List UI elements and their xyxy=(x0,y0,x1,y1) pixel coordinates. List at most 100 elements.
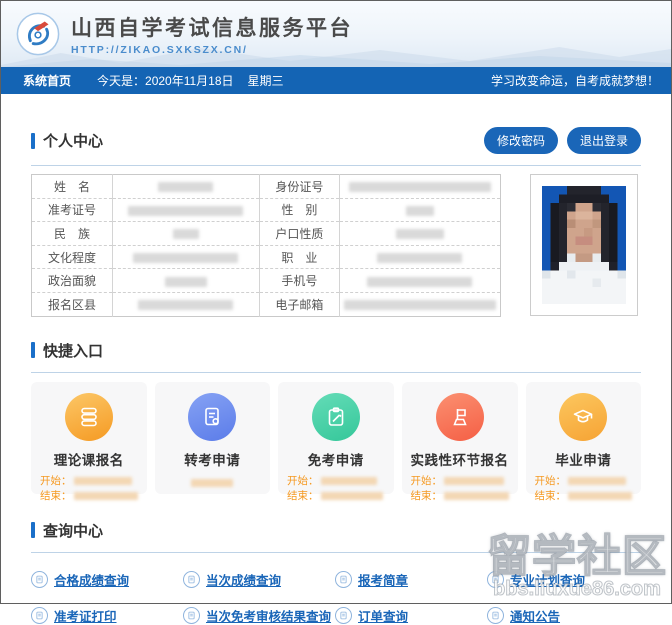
end-label: 结束： xyxy=(410,489,443,502)
link-qualified-score-query[interactable]: 合格成绩查询 xyxy=(31,570,183,589)
link-major-plan-query[interactable]: 专业计划查询 xyxy=(487,570,641,589)
clipboard-pen-icon xyxy=(311,392,360,441)
section-accent-bar xyxy=(31,132,35,149)
nav-home-link[interactable]: 系统首页 xyxy=(23,72,71,89)
link-order-query[interactable]: 订单查询 xyxy=(335,606,487,625)
link-label: 当次成绩查询 xyxy=(206,573,282,588)
link-admission-ticket-print[interactable]: 准考证打印 xyxy=(31,606,183,625)
redacted-value xyxy=(338,221,501,246)
top-navbar: 系统首页 今天是：2020年11月18日 星期三 学习改变命运，自考成就梦想！ xyxy=(1,67,671,94)
document-badge-icon xyxy=(183,606,200,624)
field-label: 身份证号 xyxy=(258,174,340,199)
redacted-value xyxy=(338,174,501,199)
start-label: 开始： xyxy=(410,474,443,487)
link-label: 当次免考审核结果查询 xyxy=(206,609,332,624)
field-label: 户口性质 xyxy=(258,221,340,246)
document-badge-icon xyxy=(335,570,352,588)
link-registration-brochure[interactable]: 报考简章 xyxy=(335,570,487,589)
table-row: 民 族 户口性质 xyxy=(31,221,501,246)
personal-info-area: 姓 名 身份证号 准考证号 性 别 民 族 户口性质 文化程度 职 业 政治面貌… xyxy=(31,174,641,317)
link-current-score-query[interactable]: 当次成绩查询 xyxy=(183,570,335,589)
transfer-document-icon xyxy=(188,392,237,441)
site-header: 山西自学考试信息服务平台 HTTP://ZIKAO.SXKSZX.CN/ xyxy=(1,1,671,67)
nav-today-date: 今天是：2020年11月18日 xyxy=(97,74,234,88)
change-password-button[interactable]: 修改密码 xyxy=(483,127,558,154)
quick-entry-cards: 理论课报名 开始： 结束： 转考申请 免考申请 开始： 结束： 实践性环节报名 … xyxy=(31,381,641,502)
end-label: 结束： xyxy=(534,489,567,502)
query-center-title: 查询中心 xyxy=(43,522,104,540)
field-label: 文化程度 xyxy=(31,244,113,269)
quick-card-theory-registration[interactable]: 理论课报名 开始： 结束： xyxy=(31,381,147,502)
field-label: 民 族 xyxy=(31,221,113,246)
id-photo-pixelated xyxy=(542,186,626,304)
main-content: 个人中心 修改密码 退出登录 姓 名 身份证号 准考证号 性 别 民 族 户口性… xyxy=(1,127,671,625)
card-title: 毕业申请 xyxy=(555,452,612,468)
field-label: 性 别 xyxy=(258,197,340,222)
card-dates: 开始： 结束： xyxy=(526,474,642,504)
brand-block: 山西自学考试信息服务平台 HTTP://ZIKAO.SXKSZX.CN/ xyxy=(71,12,353,56)
field-label: 手机号 xyxy=(258,268,340,293)
field-label: 电子邮箱 xyxy=(258,291,340,317)
quick-card-practical-registration[interactable]: 实践性环节报名 开始： 结束： xyxy=(401,381,518,502)
table-row: 文化程度 职 业 xyxy=(31,244,501,269)
link-label: 报考简章 xyxy=(358,573,409,588)
redacted-value xyxy=(112,221,260,246)
section-divider xyxy=(31,165,641,166)
table-row: 准考证号 性 别 xyxy=(31,197,501,222)
start-label: 开始： xyxy=(534,474,567,487)
document-badge-icon xyxy=(31,606,48,624)
link-label: 合格成绩查询 xyxy=(54,573,130,588)
redacted-value xyxy=(338,268,501,293)
redacted-value xyxy=(338,291,501,317)
quick-card-exemption-application[interactable]: 免考申请 开始： 结束： xyxy=(278,381,394,502)
link-label: 订单查询 xyxy=(358,609,409,624)
query-links-row-1: 合格成绩查询 当次成绩查询 报考简章 专业计划查询 xyxy=(31,570,641,589)
section-divider xyxy=(31,551,641,553)
link-label: 专业计划查询 xyxy=(510,573,586,588)
quick-card-graduation-application[interactable]: 毕业申请 开始： 结束： xyxy=(525,381,641,502)
card-title: 实践性环节报名 xyxy=(410,452,509,468)
card-title: 转考申请 xyxy=(184,452,241,468)
personal-info-table: 姓 名 身份证号 准考证号 性 别 民 族 户口性质 文化程度 职 业 政治面貌… xyxy=(31,174,501,317)
section-accent-bar xyxy=(31,342,35,359)
redacted-value xyxy=(338,244,501,269)
personal-center-header: 个人中心 修改密码 退出登录 xyxy=(31,127,641,154)
link-label: 通知公告 xyxy=(510,609,561,624)
books-icon xyxy=(64,392,113,441)
card-title: 免考申请 xyxy=(307,452,364,468)
graduation-cap-icon xyxy=(559,392,608,441)
start-label: 开始： xyxy=(40,474,72,487)
link-exemption-review-result-query[interactable]: 当次免考审核结果查询 xyxy=(183,606,335,625)
document-badge-icon xyxy=(487,570,504,588)
field-label: 报名区县 xyxy=(31,291,113,317)
section-accent-bar xyxy=(31,522,35,539)
redacted-value xyxy=(112,291,260,317)
link-label: 准考证打印 xyxy=(54,609,117,624)
document-badge-icon xyxy=(183,570,200,588)
quick-card-transfer-application[interactable]: 转考申请 xyxy=(154,381,271,494)
document-badge-icon xyxy=(335,606,352,624)
table-row: 报名区县 电子邮箱 xyxy=(31,291,501,317)
logout-button[interactable]: 退出登录 xyxy=(566,127,641,154)
redacted-value xyxy=(112,197,260,222)
redacted-value xyxy=(112,174,260,199)
section-divider xyxy=(31,371,641,373)
card-dates xyxy=(155,478,271,487)
start-label: 开始： xyxy=(287,474,319,487)
site-title: 山西自学考试信息服务平台 xyxy=(71,17,353,40)
field-label: 职 业 xyxy=(258,244,340,269)
nav-slogan: 学习改变命运，自考成就梦想！ xyxy=(490,74,659,88)
end-label: 结束： xyxy=(40,489,72,502)
table-row: 姓 名 身份证号 xyxy=(32,174,501,199)
nav-weekday: 星期三 xyxy=(247,74,284,88)
field-label: 姓 名 xyxy=(54,179,91,194)
link-notice-announcement[interactable]: 通知公告 xyxy=(487,606,641,625)
site-url: HTTP://ZIKAO.SXKSZX.CN/ xyxy=(71,44,248,56)
quick-entry-title: 快捷入口 xyxy=(43,342,104,360)
card-title: 理论课报名 xyxy=(53,452,124,468)
end-label: 结束： xyxy=(287,489,319,502)
id-photo-frame xyxy=(530,174,638,316)
field-label: 准考证号 xyxy=(31,197,113,222)
personal-center-title: 个人中心 xyxy=(43,133,104,150)
document-badge-icon xyxy=(31,570,48,588)
